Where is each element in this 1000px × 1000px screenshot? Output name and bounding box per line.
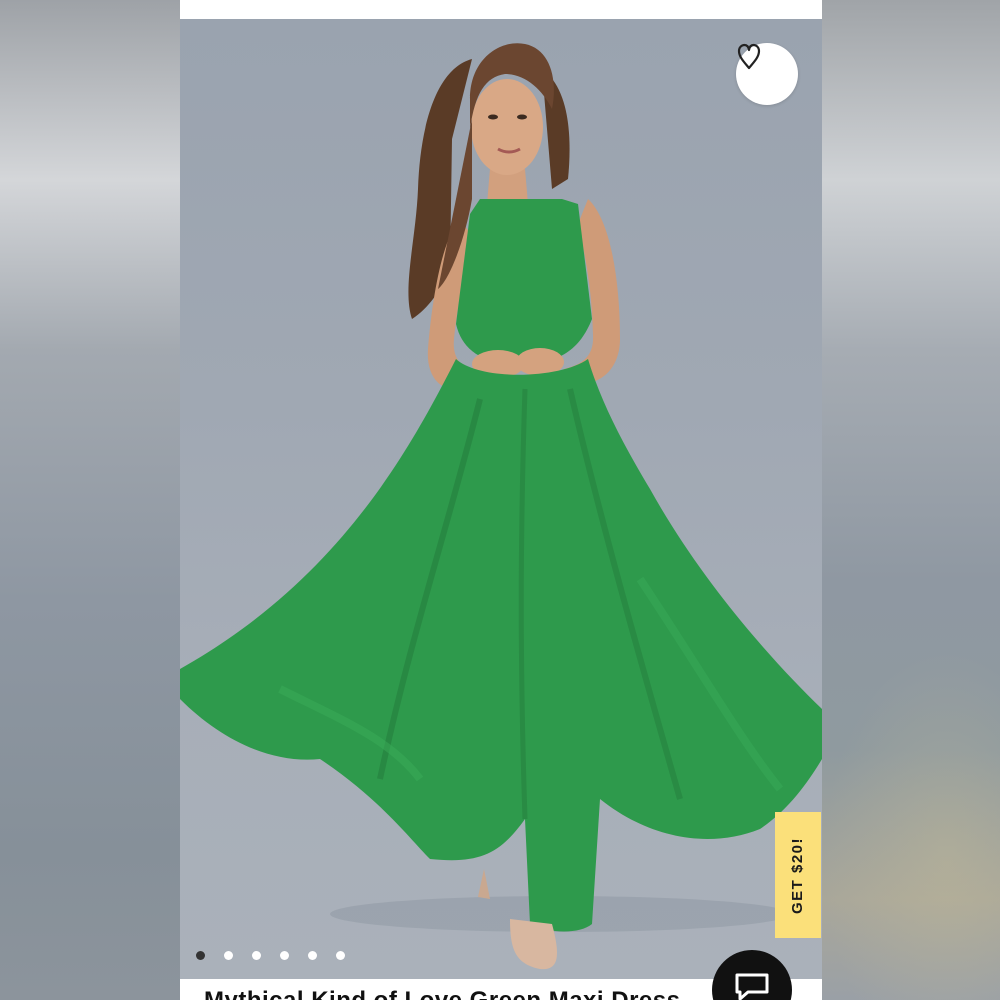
blurred-background-right xyxy=(822,0,1000,1000)
product-title: Mythical Kind of Love Green Maxi Dress xyxy=(204,987,680,1000)
promo-label: GET $20! xyxy=(789,836,807,914)
carousel-dot[interactable] xyxy=(196,951,205,960)
carousel-dot[interactable] xyxy=(252,951,261,960)
heart-outline-icon xyxy=(737,43,761,70)
blurred-background-left xyxy=(0,0,180,1000)
carousel-dot[interactable] xyxy=(224,951,233,960)
carousel-indicator xyxy=(196,951,345,960)
phone-screen: GET $20! Mythical Kind of Love Green Max… xyxy=(180,0,822,1000)
carousel-dot[interactable] xyxy=(336,951,345,960)
chat-bubble-icon xyxy=(735,973,769,1000)
favorite-button[interactable] xyxy=(736,43,798,105)
product-photo-illustration xyxy=(180,43,822,970)
top-bar xyxy=(180,0,822,19)
promo-tab[interactable]: GET $20! xyxy=(775,812,821,938)
carousel-dot[interactable] xyxy=(308,951,317,960)
product-image[interactable]: GET $20! xyxy=(180,19,822,979)
carousel-dot[interactable] xyxy=(280,951,289,960)
